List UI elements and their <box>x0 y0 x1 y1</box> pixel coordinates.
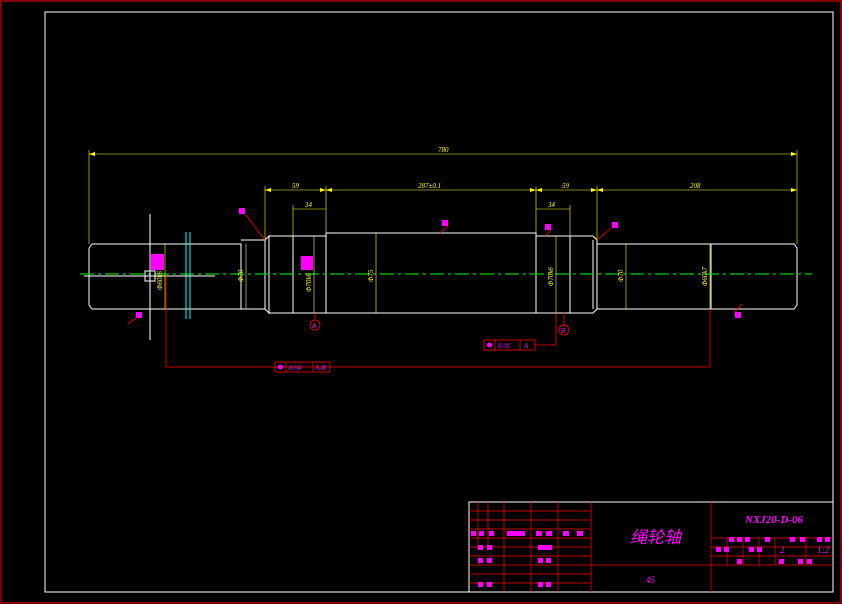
sheet-outer-border <box>0 0 842 604</box>
svg-text:B: B <box>561 328 566 335</box>
dim-seg-right: 59 <box>562 182 570 190</box>
runout-tolerance-frame-a: 0.02 A <box>483 339 536 351</box>
drawing-frame <box>44 11 834 593</box>
runout-ab-value: 0.04 <box>289 364 302 372</box>
dim-dia-right2: Φ70 <box>617 269 625 282</box>
dim-dia-right: Φ70k6 <box>547 267 555 286</box>
crosshair-cursor[interactable] <box>84 214 215 340</box>
leader-lines <box>127 213 743 368</box>
dim-dia-leftend: Φ60k6 <box>156 271 164 290</box>
cad-drawing-canvas: 780 59 287±0.1 59 208 34 34 Φ70 Φ75 Φ70k… <box>0 0 842 604</box>
drawing-number: NXJ20-D-06 <box>744 514 804 526</box>
dim-seg-left: 59 <box>292 182 300 190</box>
dim-key-left: 34 <box>304 201 313 209</box>
dim-overall-length: 780 <box>438 146 449 154</box>
datum-b-marker: B <box>558 324 570 336</box>
drawing-scale: 1:2 <box>817 545 829 555</box>
dim-dia-end: Φ60k7 <box>701 267 709 286</box>
title-block: 绳轮轴 NXJ20-D-06 45 2 1:2 <box>468 501 834 593</box>
shaft-outline <box>88 232 798 315</box>
material: 45 <box>646 575 656 585</box>
dim-seg-center: 287±0.1 <box>418 182 441 190</box>
dim-dia-left: Φ70 <box>237 269 245 282</box>
runout-a-datum: A <box>523 342 529 350</box>
dim-key-right: 34 <box>547 201 556 209</box>
dim-seg-end: 208 <box>690 182 701 190</box>
svg-text:A: A <box>312 323 317 330</box>
dim-dia-key-left: Φ70k6 <box>305 273 313 292</box>
dim-dia-center: Φ75 <box>367 269 375 282</box>
runout-ab-datum: A-B <box>314 364 327 372</box>
dimension-lines <box>88 150 798 313</box>
sheet-count: 2 <box>780 545 785 555</box>
datum-a-marker: A <box>309 319 321 331</box>
runout-a-value: 0.02 <box>498 342 511 350</box>
part-name: 绳轮轴 <box>630 528 683 548</box>
roughness-symbols <box>136 208 741 318</box>
